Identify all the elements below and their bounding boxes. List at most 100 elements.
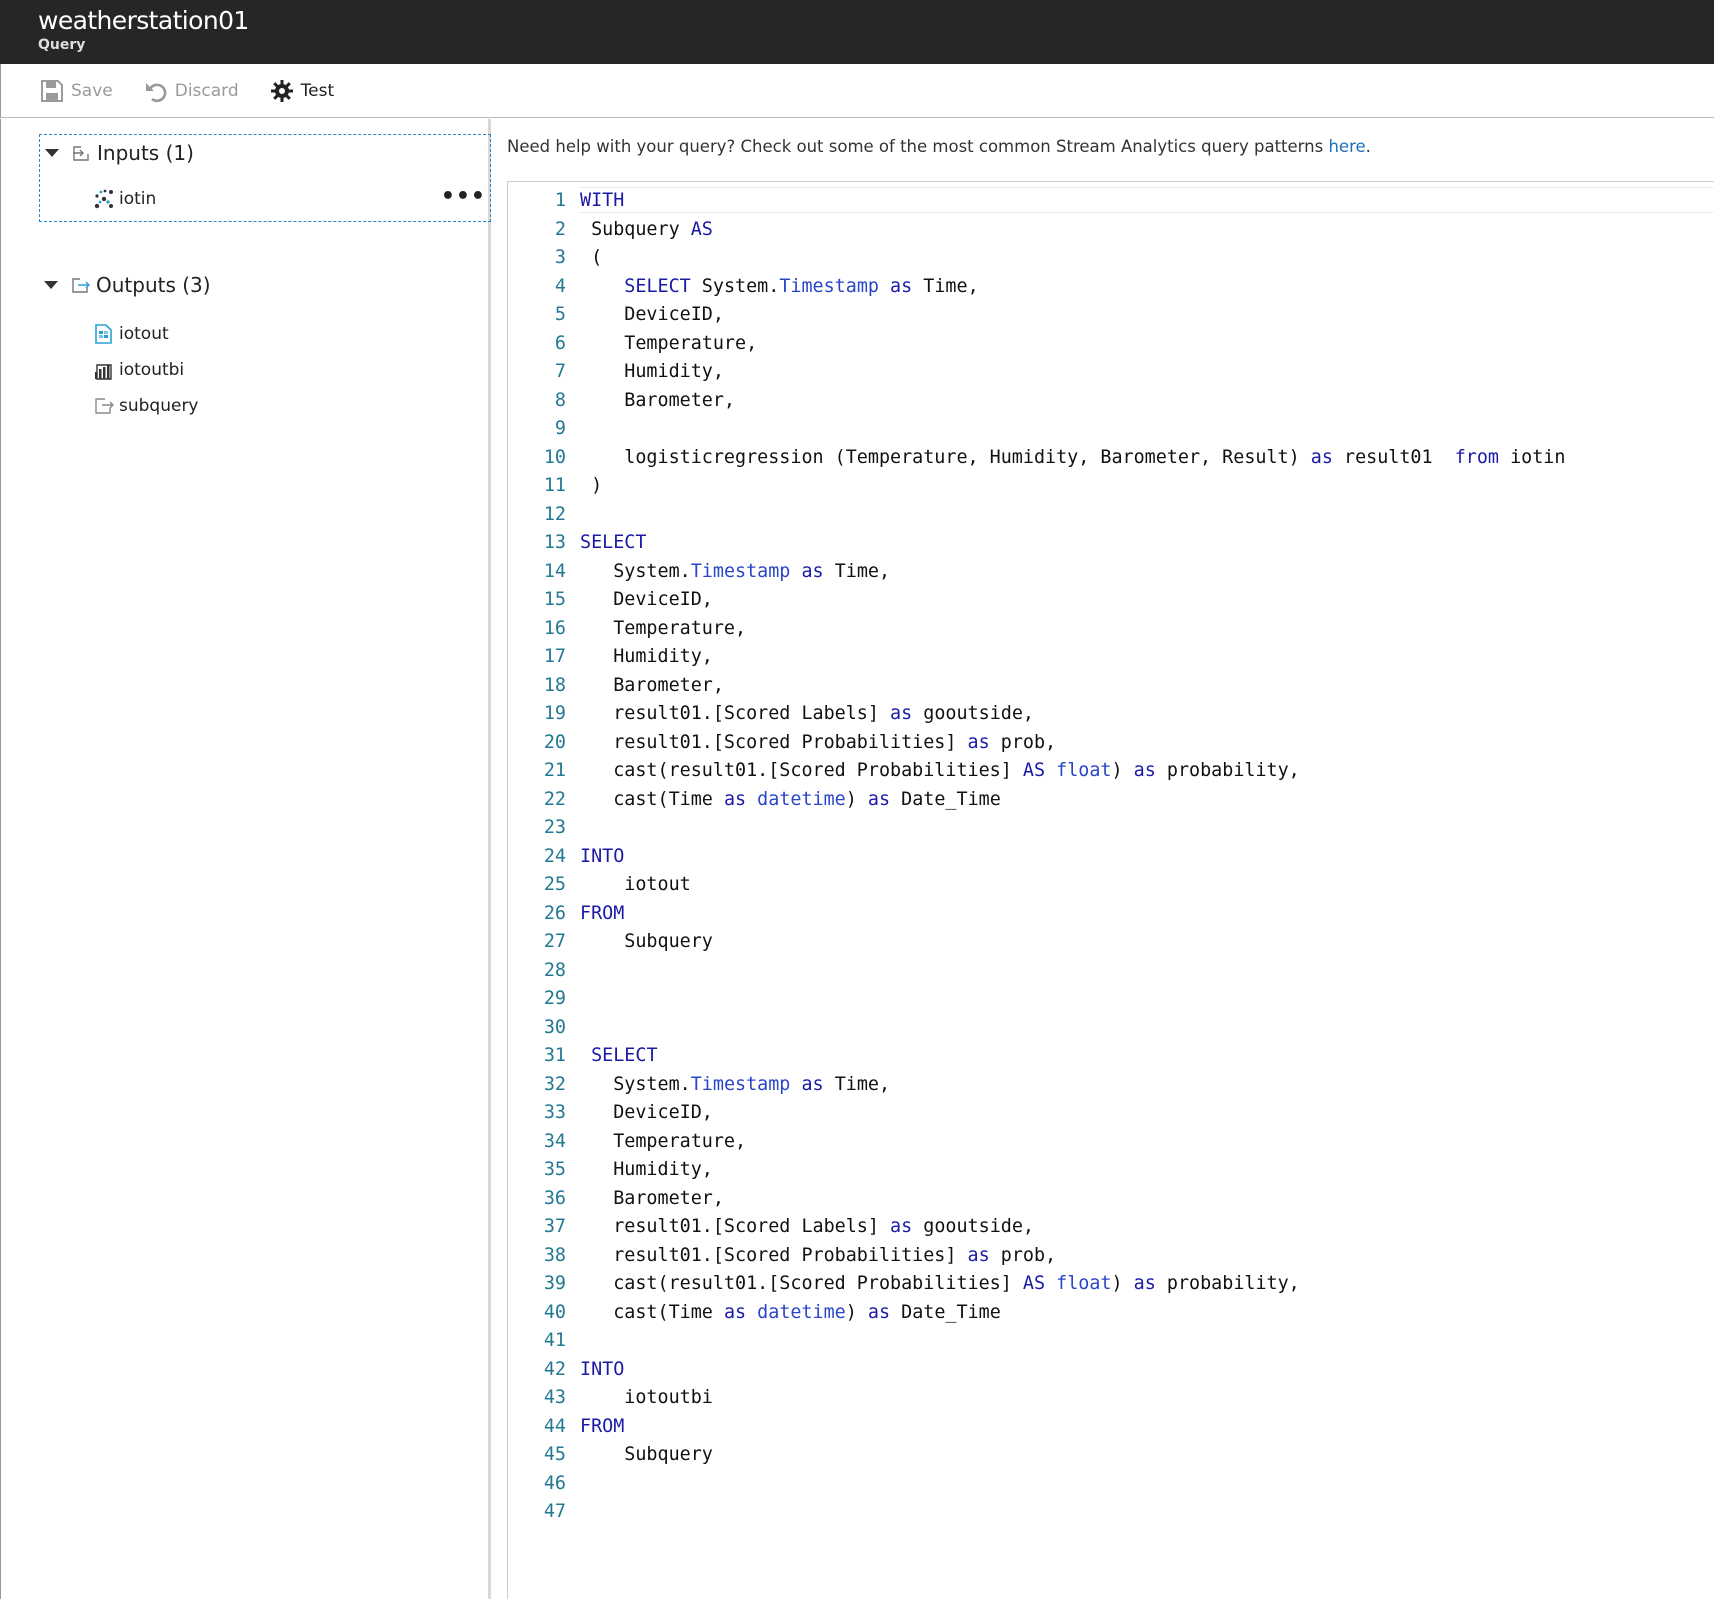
line-number: 11 — [543, 475, 566, 496]
help-link[interactable]: here — [1328, 137, 1365, 156]
code-text: cast(result01.[Scored Probabilities] AS … — [566, 1270, 1300, 1299]
keyword-token: from — [1454, 446, 1500, 468]
query-editor[interactable]: 1 WITH 2 Subquery AS 3 (4 SELECT System.Tim… — [507, 181, 1714, 1599]
code-text: result01.[Scored Probabilities] as prob, — [566, 729, 1056, 758]
code-line[interactable]: 39 cast(result01.[Scored Probabilities] … — [508, 1270, 1565, 1299]
chevron-down-icon[interactable] — [44, 281, 58, 289]
line-number: 5 — [554, 304, 566, 325]
keyword-token: datetime — [757, 1301, 846, 1323]
code-line[interactable]: 45 Subquery — [508, 1441, 1565, 1470]
code-line[interactable]: 21 cast(result01.[Scored Probabilities] … — [508, 757, 1565, 786]
keyword-token: AS — [1022, 1273, 1046, 1294]
keyword-token: as — [890, 703, 913, 724]
code-line[interactable]: 15 DeviceID, — [508, 586, 1565, 615]
line-number: 22 — [543, 788, 566, 810]
code-line[interactable]: 47 — [508, 1498, 1565, 1527]
code-line[interactable]: 7 Humidity, — [508, 358, 1565, 387]
code-text: System.Timestamp as Time, — [566, 1071, 890, 1100]
code-line[interactable]: 24 INTO — [508, 843, 1565, 872]
code-line[interactable]: 29 — [508, 985, 1565, 1014]
output-item-subquery[interactable]: subquery — [93, 395, 199, 417]
save-button[interactable]: Save — [39, 78, 113, 104]
code-line[interactable]: 28 — [508, 957, 1565, 986]
code-line[interactable]: 25 iotout — [508, 871, 1565, 900]
code-line[interactable]: 17 Humidity, — [508, 643, 1565, 672]
code-lines[interactable]: 1 WITH 2 Subquery AS 3 (4 SELECT System.Tim… — [508, 187, 1566, 1527]
line-number: 15 — [543, 589, 566, 610]
code-line[interactable]: 10 logisticregression (Temperature, Humi… — [508, 444, 1566, 473]
code-line[interactable]: 1 WITH — [508, 187, 1565, 216]
code-line[interactable]: 27 Subquery — [508, 928, 1565, 957]
code-token: System. — [580, 560, 691, 582]
test-button[interactable]: Test — [269, 78, 334, 104]
code-line[interactable]: 22 cast(Time as datetime) as Date_Time — [508, 786, 1565, 815]
code-text: DeviceID, — [566, 1099, 713, 1128]
code-line[interactable]: 3 ( — [508, 244, 1565, 273]
code-line[interactable]: 37 result01.[Scored Labels] as gooutside… — [508, 1213, 1565, 1242]
code-line[interactable]: 35 Humidity, — [508, 1156, 1565, 1185]
code-text: Temperature, — [566, 330, 757, 359]
code-line[interactable]: 14 System.Timestamp as Time, — [508, 558, 1565, 587]
keyword-token: as — [1133, 760, 1156, 781]
input-item-iotin[interactable]: iotin — [93, 188, 156, 210]
code-line[interactable]: 33 DeviceID, — [508, 1099, 1565, 1128]
code-token: probability, — [1155, 760, 1300, 781]
code-text: SELECT — [566, 529, 646, 558]
code-line[interactable]: 40 cast(Time as datetime) as Date_Time — [508, 1299, 1565, 1328]
code-line[interactable]: 36 Barometer, — [508, 1185, 1565, 1214]
code-token: DeviceID, — [580, 1102, 713, 1123]
keyword-token: Timestamp — [690, 560, 791, 582]
code-line[interactable]: 12 — [508, 501, 1565, 530]
discard-button[interactable]: Discard — [143, 78, 239, 104]
line-number: 35 — [543, 1159, 566, 1180]
code-token: DeviceID, — [580, 589, 713, 610]
code-line[interactable]: 16 Temperature, — [508, 615, 1565, 644]
code-line[interactable]: 38 result01.[Scored Probabilities] as pr… — [508, 1242, 1565, 1271]
line-number: 27 — [543, 931, 566, 952]
code-line[interactable]: 31 SELECT — [508, 1042, 1565, 1071]
chevron-down-icon[interactable] — [45, 149, 59, 157]
line-number: 34 — [543, 1130, 566, 1152]
code-token: probability, — [1155, 1273, 1300, 1294]
code-line[interactable]: 23 — [508, 814, 1565, 843]
code-line[interactable]: 2 Subquery AS — [508, 216, 1565, 245]
discard-label: Discard — [174, 80, 239, 101]
output-icon — [72, 278, 90, 293]
line-number: 23 — [543, 817, 566, 838]
keyword-token: as — [1310, 446, 1333, 468]
code-text: result01.[Scored Labels] as gooutside, — [566, 700, 1034, 729]
code-line[interactable]: 32 System.Timestamp as Time, — [508, 1071, 1565, 1100]
output-item-iotout[interactable]: iotout — [93, 323, 169, 345]
code-line[interactable]: 4 SELECT System.Timestamp as Time, — [508, 273, 1565, 302]
outputs-header[interactable]: Outputs (3) — [44, 273, 211, 297]
keyword-token: as — [890, 275, 913, 297]
code-line[interactable]: 9 — [508, 415, 1565, 444]
code-line[interactable]: 42 INTO — [508, 1356, 1565, 1385]
code-line[interactable]: 43 iotoutbi — [508, 1384, 1565, 1413]
code-line[interactable]: 30 — [508, 1014, 1565, 1043]
code-line[interactable]: 44 FROM — [508, 1413, 1565, 1442]
code-line[interactable]: 18 Barometer, — [508, 672, 1565, 701]
code-line[interactable]: 26 FROM — [508, 900, 1565, 929]
code-line[interactable]: 8 Barometer, — [508, 387, 1565, 416]
code-line[interactable]: 13 SELECT — [508, 529, 1565, 558]
code-line[interactable]: 6 Temperature, — [508, 330, 1565, 359]
code-line[interactable]: 19 result01.[Scored Labels] as gooutside… — [508, 700, 1565, 729]
output-item-iotoutbi[interactable]: iotoutbi — [93, 359, 184, 381]
code-line[interactable]: 46 — [508, 1470, 1565, 1499]
line-number: 4 — [554, 275, 566, 297]
code-line[interactable]: 41 — [508, 1327, 1565, 1356]
code-token: ) — [845, 1301, 868, 1323]
code-line[interactable]: 5 DeviceID, — [508, 301, 1565, 330]
code-line[interactable]: 34 Temperature, — [508, 1128, 1565, 1157]
more-options-button[interactable]: ••• — [441, 186, 486, 208]
keyword-token: as — [967, 731, 990, 753]
code-token: result01.[Scored Labels] — [580, 703, 891, 724]
inputs-header[interactable]: Inputs (1) — [45, 141, 194, 165]
code-line[interactable]: 20 result01.[Scored Probabilities] as pr… — [508, 729, 1565, 758]
code-line[interactable]: 11 ) — [508, 472, 1565, 501]
